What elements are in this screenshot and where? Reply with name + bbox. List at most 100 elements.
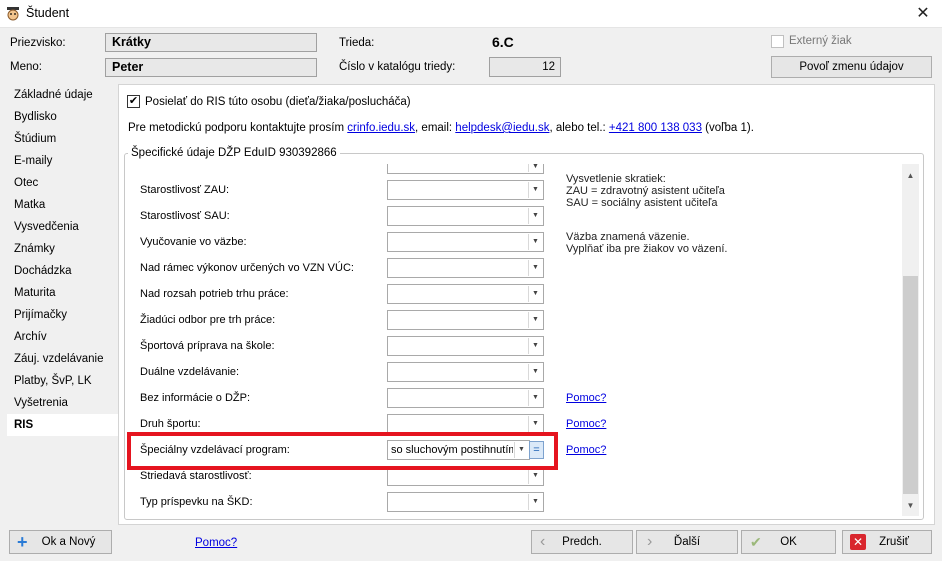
chevron-down-icon[interactable]: ▼ [528,234,542,250]
chevron-down-icon[interactable]: ▼ [528,338,542,354]
combo-typ-prispevku[interactable]: ▼ [387,492,544,512]
help-link-druh-sportu[interactable]: Pomoc? [566,418,606,430]
note-line: SAU = sociálny asistent učiteľa [566,197,718,209]
row-label-bez-informacie: Bez informácie o DŽP: [140,392,251,404]
cancel-button[interactable]: ✕ Zrušiť [842,530,932,554]
sidebar-item-platby[interactable]: Platby, ŠvP, LK [7,370,118,392]
cancel-icon: ✕ [850,534,866,550]
help-link-specialny-program[interactable]: Pomoc? [566,444,606,456]
chevron-down-icon[interactable]: ▼ [528,286,542,302]
name-field: Peter [105,58,317,77]
chevron-down-icon[interactable]: ▼ [528,468,542,484]
student-icon [7,7,19,21]
sidebar-item-vysetrenia[interactable]: Vyšetrenia [7,392,118,414]
note-line: Väzba znamená väzenie. [566,231,690,243]
title-bar: Študent ✕ [0,0,942,28]
sidebar-nav: Základné údaje Bydlisko Štúdium E-maily … [7,84,118,544]
combo-sportova-priprava[interactable]: ▼ [387,336,544,356]
plus-icon: + [17,532,28,552]
chevron-down-icon[interactable]: ▼ [528,208,542,224]
sidebar-item-archiv[interactable]: Archív [7,326,118,348]
combo-vyucovanie-vo-vazbe[interactable]: ▼ [387,232,544,252]
helpdesk-email-link[interactable]: helpdesk@iedu.sk [455,122,549,134]
combo-partial[interactable]: ▼ [387,163,544,174]
support-text: Pre metodickú podporu kontaktujte prosím… [128,122,754,134]
chevron-right-icon: › [647,533,653,550]
row-label-zau: Starostlivosť ZAU: [140,184,230,196]
scrollbar-thumb[interactable] [903,276,918,494]
window-title: Študent [26,6,70,20]
sidebar-item-zakladne-udaje[interactable]: Základné údaje [7,84,118,106]
chevron-down-icon[interactable]: ▼ [528,390,542,406]
class-value: 6.C [492,34,514,50]
custody-note: Väzba znamená väzenie. Vyplňať iba pre ž… [566,231,727,255]
close-icon[interactable]: ✕ [912,4,934,24]
row-label-nad-ramec: Nad rámec výkonov určených vo VZN VÚC: [140,262,354,274]
support-mid2: , alebo tel.: [549,122,609,134]
next-button[interactable]: › Ďalší [636,530,738,554]
chevron-down-icon[interactable]: ▼ [528,312,542,328]
combo-nad-ramec[interactable]: ▼ [387,258,544,278]
combo-bez-informacie[interactable]: ▼ [387,388,544,408]
scroll-down-icon[interactable]: ▼ [902,497,919,514]
combo-zau[interactable]: ▼ [387,180,544,200]
surname-field: Krátky [105,33,317,52]
combo-dualne[interactable]: ▼ [387,362,544,382]
name-label: Meno: [10,61,42,73]
combo-druh-sportu[interactable]: ▼ [387,414,544,434]
sidebar-item-zauj-vzdelavanie[interactable]: Záuj. vzdelávanie [7,348,118,370]
row-label-vyucovanie-vo-vazbe: Vyučovanie vo väzbe: [140,236,247,248]
chevron-down-icon[interactable]: ▼ [528,416,542,432]
row-label-sau: Starostlivosť SAU: [140,210,230,222]
combo-sau[interactable]: ▼ [387,206,544,226]
phone-link[interactable]: +421 800 138 033 [609,122,702,134]
send-to-ris-checkbox[interactable]: ✔ [127,95,140,108]
surname-label: Priezvisko: [10,37,66,49]
external-student-checkbox[interactable] [771,35,784,48]
sidebar-item-vysvedcenia[interactable]: Vysvedčenia [7,216,118,238]
sidebar-item-studium[interactable]: Štúdium [7,128,118,150]
row-label-striedava: Striedavá starostlivosť: [140,470,252,482]
catalog-label: Číslo v katalógu triedy: [339,61,456,73]
sidebar-item-dochadzka[interactable]: Dochádzka [7,260,118,282]
combo-nad-rozsah[interactable]: ▼ [387,284,544,304]
row-label-ziaduci-odbor: Žiadúci odbor pre trh práce: [140,314,276,326]
row-label-typ-prispevku: Typ príspevku na ŠKD: [140,496,253,508]
sidebar-item-ris[interactable]: RIS [7,414,118,436]
row-label-nad-rozsah: Nad rozsah potrieb trhu práce: [140,288,289,300]
sidebar-item-maturita[interactable]: Maturita [7,282,118,304]
sidebar-item-emaily[interactable]: E-maily [7,150,118,172]
note-line: Vyplňať iba pre žiakov vo väzení. [566,243,728,255]
sidebar-item-znamky[interactable]: Známky [7,238,118,260]
external-student-label: Externý žiak [789,35,852,47]
allow-edit-button[interactable]: Povoľ zmenu údajov [771,56,932,78]
ok-label: OK [780,536,797,548]
ok-button[interactable]: ✔ OK [741,530,836,554]
row-label-druh-sportu: Druh športu: [140,418,201,430]
support-suffix: (voľba 1). [701,122,754,134]
crinfo-link[interactable]: crinfo.iedu.sk [347,122,415,134]
chevron-down-icon[interactable]: ▼ [528,364,542,380]
footer-help-link[interactable]: Pomoc? [195,537,237,549]
sidebar-item-prijimacky[interactable]: Prijímačky [7,304,118,326]
sidebar-item-bydlisko[interactable]: Bydlisko [7,106,118,128]
group-title: Špecifické údaje DŽP EduID 930392866 [128,147,340,159]
sidebar-item-matka[interactable]: Matka [7,194,118,216]
support-mid: , email: [415,122,456,134]
ok-and-new-button[interactable]: + Ok a Nový [9,530,112,554]
ok-and-new-label: Ok a Nový [41,536,96,548]
chevron-down-icon[interactable]: ▼ [528,182,542,198]
cancel-label: Zrušiť [879,536,909,548]
help-link-bez-informacie[interactable]: Pomoc? [566,392,606,404]
abbreviation-note: Vysvetlenie skratiek: ZAU = zdravotný as… [566,173,725,209]
combo-ziaduci-odbor[interactable]: ▼ [387,310,544,330]
row-label-dualne: Duálne vzdelávanie: [140,366,240,378]
send-to-ris-label: Posielať do RIS túto osobu (dieťa/žiaka/… [145,96,411,108]
note-line: Vysvetlenie skratiek: [566,173,666,185]
chevron-down-icon[interactable]: ▼ [528,494,542,510]
sidebar-item-otec[interactable]: Otec [7,172,118,194]
chevron-down-icon[interactable]: ▼ [528,260,542,276]
scroll-up-icon[interactable]: ▲ [902,167,919,184]
previous-button[interactable]: ‹ Predch. [531,530,633,554]
vertical-scrollbar[interactable]: ▲ ▼ [902,164,919,516]
